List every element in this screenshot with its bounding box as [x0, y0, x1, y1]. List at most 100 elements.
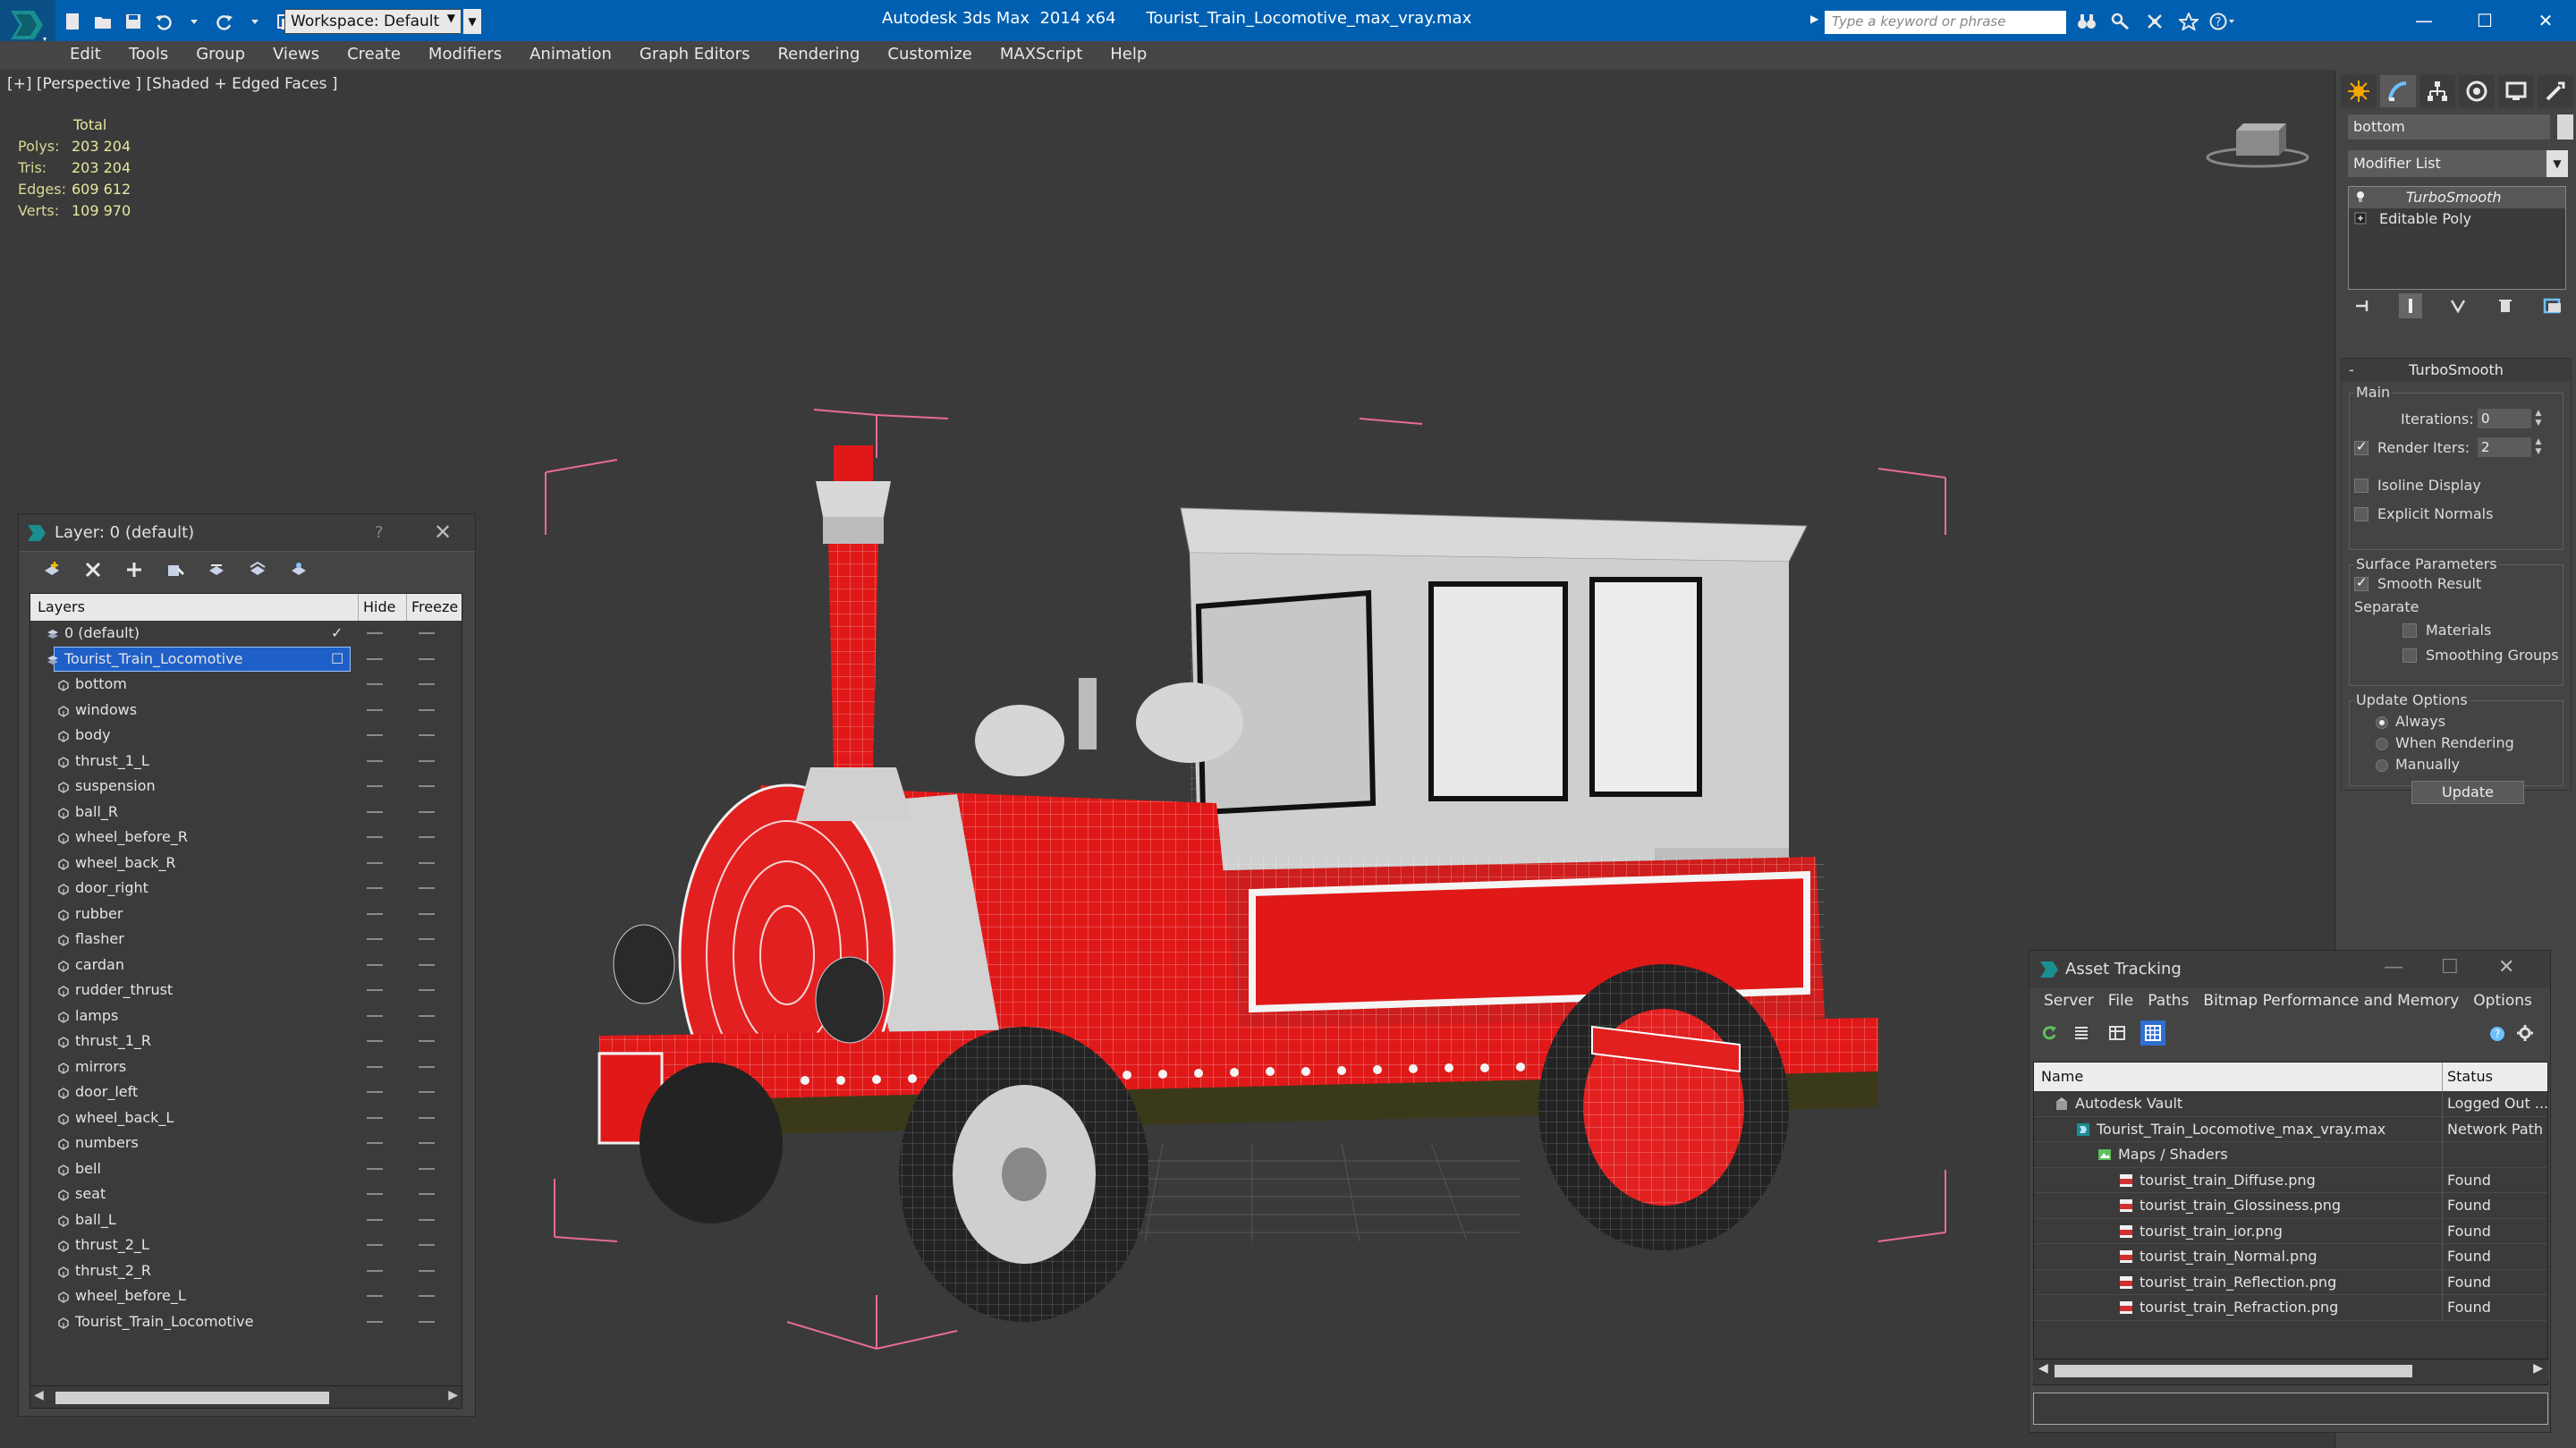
layer-object-row[interactable]: bell — [30, 1156, 462, 1182]
freeze-toggle[interactable] — [419, 785, 435, 787]
layer-object-row[interactable]: suspension — [30, 774, 462, 800]
hide-toggle[interactable] — [367, 989, 383, 991]
freeze-toggle[interactable] — [419, 1091, 435, 1093]
asset-row[interactable]: tourist_train_Diffuse.png Found — [2034, 1167, 2547, 1193]
scrollbar-thumb[interactable] — [2055, 1365, 2412, 1377]
freeze-toggle[interactable] — [419, 1065, 435, 1068]
menu-edit[interactable]: Edit — [55, 41, 114, 70]
hide-toggle[interactable] — [367, 887, 383, 889]
motion-tab-icon[interactable] — [2459, 75, 2495, 107]
maximize-icon[interactable]: ☐ — [2441, 956, 2459, 978]
hide-all-layers-icon[interactable] — [244, 556, 271, 583]
freeze-toggle[interactable] — [419, 836, 435, 838]
freeze-toggle[interactable] — [419, 989, 435, 991]
layer-object-row[interactable]: lamps — [30, 1003, 462, 1029]
when-rendering-radio[interactable] — [2376, 738, 2388, 750]
iterations-spinner-arrows[interactable]: ▲ ▼ — [2533, 409, 2544, 428]
close-icon[interactable]: ✕ — [434, 520, 452, 545]
grid-view-icon[interactable] — [2140, 1020, 2165, 1046]
update-button[interactable]: Update — [2411, 781, 2524, 804]
refresh-icon[interactable] — [2037, 1020, 2062, 1046]
expand-plus-icon[interactable] — [2354, 212, 2367, 224]
asset-tracking-titlebar[interactable]: Asset Tracking — ☐ ✕ — [2029, 951, 2550, 988]
layer-object-row[interactable]: thrust_2_R — [30, 1258, 462, 1284]
close-icon[interactable]: ✕ — [2515, 0, 2576, 41]
search-input[interactable]: Type a keyword or phrase — [1825, 11, 2066, 34]
menu-create[interactable]: Create — [333, 41, 414, 70]
favorites-star-icon[interactable] — [2175, 9, 2202, 34]
help-icon[interactable]: ? — [2209, 9, 2236, 34]
asset-row[interactable]: tourist_train_Normal.png Found — [2034, 1244, 2547, 1270]
lightbulb-icon[interactable] — [2354, 191, 2367, 203]
layer-object-row[interactable]: wheel_before_R — [30, 825, 462, 851]
manually-radio[interactable] — [2376, 759, 2388, 772]
hide-toggle[interactable] — [367, 912, 383, 915]
asset-row[interactable]: tourist_train_Reflection.png Found — [2034, 1269, 2547, 1295]
freeze-toggle[interactable] — [419, 1116, 435, 1119]
layer-object-row[interactable]: bottom — [30, 672, 462, 698]
layer-list-horizontal-scrollbar[interactable]: ◀ ▶ — [30, 1385, 462, 1409]
column-layers[interactable]: Layers — [38, 598, 85, 615]
make-unique-icon[interactable] — [2446, 293, 2470, 318]
asset-menu-bitmap-performance[interactable]: Bitmap Performance and Memory — [2196, 988, 2466, 1015]
asset-row[interactable]: tourist_train_Refraction.png Found — [2034, 1295, 2547, 1321]
isoline-display-checkbox[interactable] — [2354, 478, 2368, 493]
asset-row[interactable]: Tourist_Train_Locomotive_max_vray.max Net… — [2034, 1116, 2547, 1142]
scroll-left-icon[interactable]: ◀ — [2038, 1361, 2048, 1376]
freeze-toggle[interactable] — [419, 1193, 435, 1195]
table-view-icon[interactable] — [2105, 1020, 2130, 1046]
train-model-scene[interactable] — [537, 338, 1968, 1376]
redo-dropdown-icon[interactable] — [242, 8, 268, 35]
layer-row[interactable]: 0 (default) ✓ — [30, 621, 462, 647]
freeze-toggle[interactable] — [419, 1269, 435, 1272]
hide-toggle[interactable] — [367, 632, 383, 634]
smoothing-groups-checkbox[interactable] — [2402, 648, 2417, 663]
layer-object-row[interactable]: door_left — [30, 1080, 462, 1105]
layer-object-row[interactable]: cardan — [30, 953, 462, 978]
layer-object-row[interactable]: rubber — [30, 902, 462, 927]
subscription-key-icon[interactable] — [2107, 9, 2134, 34]
smooth-result-checkbox[interactable] — [2354, 574, 2368, 591]
hide-toggle[interactable] — [367, 1091, 383, 1093]
freeze-all-layers-icon[interactable] — [285, 556, 312, 583]
layer-object-row[interactable]: wheel_back_R — [30, 851, 462, 876]
viewcube-icon[interactable] — [2204, 116, 2311, 174]
modifier-list-dropdown[interactable]: Modifier List ▼ — [2348, 150, 2568, 177]
scroll-right-icon[interactable]: ▶ — [448, 1388, 458, 1402]
layer-object-row[interactable]: windows — [30, 698, 462, 724]
layer-row[interactable]: Tourist_Train_Locomotive ☐ — [30, 646, 462, 673]
hide-toggle[interactable] — [367, 861, 383, 864]
hide-toggle[interactable] — [367, 759, 383, 762]
minimize-icon[interactable]: — — [2394, 0, 2454, 41]
menu-modifiers[interactable]: Modifiers — [414, 41, 515, 70]
hide-toggle[interactable] — [367, 1269, 383, 1272]
asset-row[interactable]: Autodesk Vault Logged Out ... — [2034, 1091, 2547, 1117]
hide-toggle[interactable] — [367, 657, 383, 660]
configure-modifier-sets-icon[interactable] — [2541, 293, 2564, 318]
menu-views[interactable]: Views — [258, 41, 333, 70]
create-tab-icon[interactable] — [2341, 75, 2377, 107]
materials-checkbox[interactable] — [2402, 623, 2417, 638]
menu-rendering[interactable]: Rendering — [763, 41, 873, 70]
show-end-result-icon[interactable] — [2399, 293, 2422, 318]
asset-menu-file[interactable]: File — [2101, 988, 2140, 1015]
hide-toggle[interactable] — [367, 1167, 383, 1170]
save-file-icon[interactable] — [120, 8, 147, 35]
undo-dropdown-icon[interactable] — [181, 8, 208, 35]
hide-toggle[interactable] — [367, 1040, 383, 1042]
freeze-toggle[interactable] — [419, 683, 435, 685]
scrollbar-thumb[interactable] — [55, 1392, 329, 1404]
layer-object-row[interactable]: rudder_thrust — [30, 978, 462, 1003]
freeze-toggle[interactable] — [419, 1142, 435, 1144]
current-layer-check-icon[interactable]: ✓ — [331, 624, 343, 641]
help-icon[interactable]: ? — [375, 523, 384, 542]
layer-panel-titlebar[interactable]: Layer: 0 (default) ? ✕ — [19, 514, 475, 552]
hide-toggle[interactable] — [367, 1244, 383, 1246]
menu-tools[interactable]: Tools — [114, 41, 182, 70]
freeze-toggle[interactable] — [419, 963, 435, 966]
hide-toggle[interactable] — [367, 785, 383, 787]
hide-toggle[interactable] — [367, 1142, 383, 1144]
freeze-toggle[interactable] — [419, 810, 435, 813]
hide-toggle[interactable] — [367, 1295, 383, 1297]
menu-animation[interactable]: Animation — [515, 41, 625, 70]
